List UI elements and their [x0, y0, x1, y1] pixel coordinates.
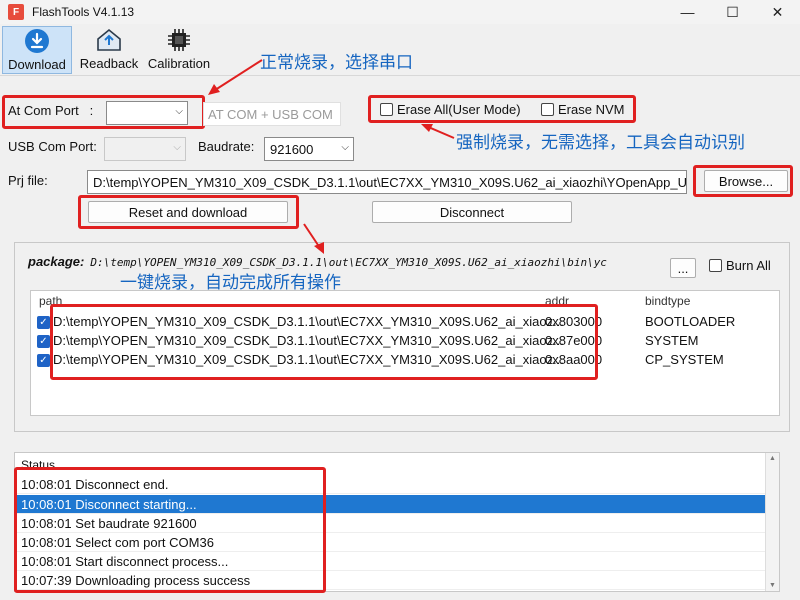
title-bar: F FlashTools V4.1.13 — ☐ ✕: [0, 0, 800, 24]
prj-file-label: Prj file:: [8, 173, 48, 188]
row-checkbox[interactable]: ✓: [37, 354, 50, 367]
highlight-at-com-port: [2, 95, 205, 129]
row-bindtype: CP_SYSTEM: [645, 352, 724, 367]
close-button[interactable]: ✕: [755, 0, 800, 24]
row-checkbox[interactable]: ✓: [37, 316, 50, 329]
usb-com-port-label: USB Com Port:: [8, 139, 97, 154]
package-label: package:: [28, 254, 85, 269]
arrow-to-package: [303, 223, 324, 254]
highlight-browse: [693, 165, 793, 197]
readback-label: Readback: [79, 56, 139, 71]
baudrate-value: 921600: [270, 141, 314, 157]
prj-file-path: D:\temp\YOPEN_YM310_X09_CSDK_D3.1.1\out\…: [93, 174, 687, 190]
baudrate-label: Baudrate:: [198, 139, 255, 154]
annotation-forced-flash: 强制烧录，无需选择，工具会自动识别: [456, 133, 745, 153]
arrow-to-erase-options: [421, 124, 455, 139]
burn-all-box[interactable]: [709, 259, 722, 272]
col-bindtype: bindtype: [645, 294, 691, 308]
download-icon: [23, 27, 51, 55]
download-label: Download: [8, 57, 66, 72]
scroll-down-icon[interactable]: ▼: [769, 582, 776, 589]
highlight-package-rows: [50, 304, 598, 380]
chip-icon: [165, 26, 193, 54]
usb-com-port-select[interactable]: ⌵: [104, 137, 186, 161]
chevron-down-icon: ⌵: [173, 142, 181, 153]
prj-file-input[interactable]: D:\temp\YOPEN_YM310_X09_CSDK_D3.1.1\out\…: [87, 170, 687, 194]
window-controls: — ☐ ✕: [665, 0, 800, 24]
maximize-button[interactable]: ☐: [710, 0, 755, 24]
highlight-erase-options: [368, 95, 636, 123]
minimize-button[interactable]: —: [665, 0, 710, 24]
row-bindtype: SYSTEM: [645, 333, 699, 348]
package-browse-button[interactable]: ...: [670, 258, 696, 278]
app-icon: F: [8, 4, 24, 20]
download-tool-button[interactable]: Download: [2, 26, 72, 74]
annotation-normal-flash: 正常烧录，选择串口: [260, 53, 413, 73]
row-bindtype: BOOTLOADER: [645, 314, 736, 329]
chevron-down-icon: ⌵: [341, 142, 349, 153]
highlight-status: [14, 467, 326, 593]
burn-all-checkbox[interactable]: Burn All: [709, 258, 771, 273]
row-checkbox[interactable]: ✓: [37, 335, 50, 348]
burn-all-label: Burn All: [726, 258, 771, 273]
highlight-reset-download: [78, 195, 299, 229]
readback-tool-button[interactable]: Readback: [76, 26, 142, 74]
disconnect-button[interactable]: Disconnect: [372, 201, 572, 223]
com-hint-field: AT COM + USB COM: [203, 102, 341, 126]
scroll-up-icon[interactable]: ▲: [769, 455, 776, 462]
readback-icon: [95, 26, 123, 54]
window-title: FlashTools V4.1.13: [32, 5, 135, 19]
baudrate-select[interactable]: 921600 ⌵: [264, 137, 354, 161]
status-scrollbar[interactable]: ▲ ▼: [765, 453, 779, 591]
